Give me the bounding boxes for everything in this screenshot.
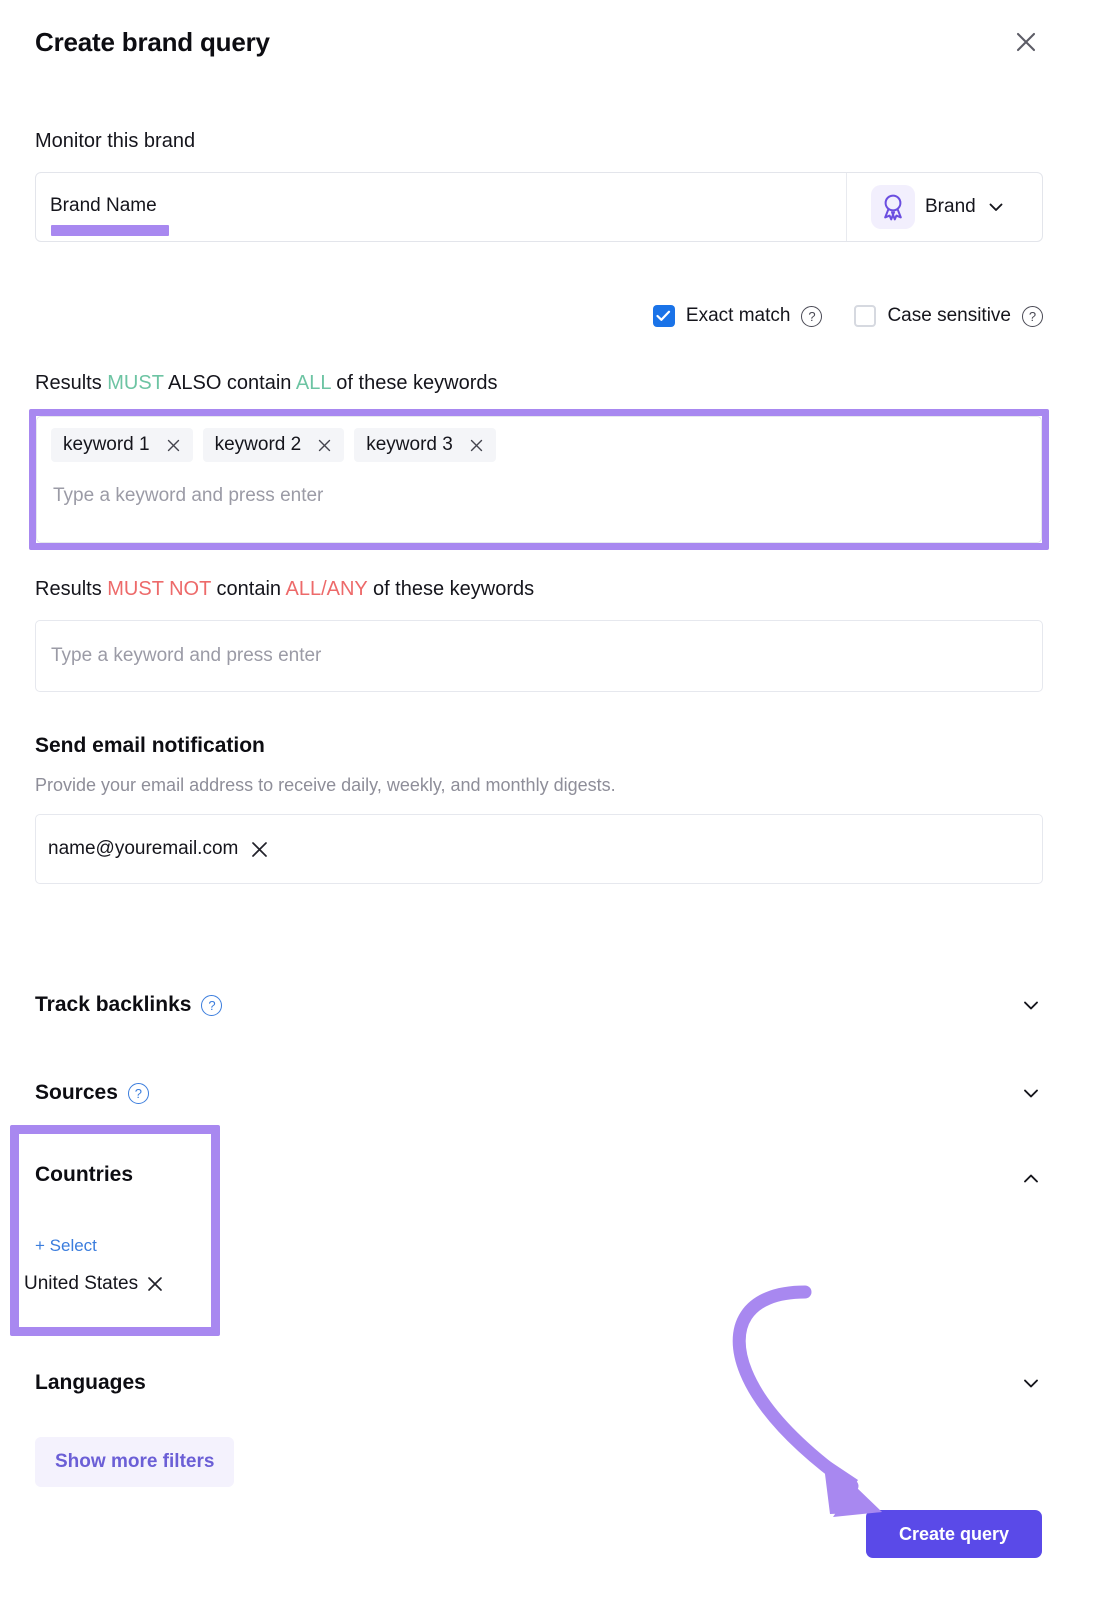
brand-name-value: Brand Name xyxy=(50,195,157,216)
brand-type-dropdown[interactable]: Brand xyxy=(846,173,1042,241)
chevron-down-icon[interactable] xyxy=(1019,1371,1043,1395)
brand-name-input[interactable]: Brand Name xyxy=(36,173,846,241)
keyword-chip[interactable]: keyword 1 xyxy=(51,428,193,462)
must-not-contain-label: Results MUST NOT contain ALL/ANY of thes… xyxy=(35,578,534,601)
email-value: name@youremail.com xyxy=(48,838,239,859)
countries-select-link[interactable]: + Select xyxy=(35,1236,97,1256)
countries-title: Countries xyxy=(35,1163,134,1186)
must-contain-label: Results MUST ALSO contain ALL of these k… xyxy=(35,372,497,395)
country-chip-label: United States xyxy=(24,1273,139,1294)
must-not-prefix: Results xyxy=(35,578,108,600)
award-badge-icon xyxy=(871,185,915,229)
accordion-title: Sources xyxy=(35,1081,118,1104)
question-mark-icon[interactable]: ? xyxy=(127,1082,149,1104)
must-contain-placeholder: Type a keyword and press enter xyxy=(53,485,324,506)
curved-arrow-annotation xyxy=(732,1285,882,1517)
must-not-suffix: of these keywords xyxy=(367,578,535,600)
brand-type-label: Brand xyxy=(925,196,976,217)
modal-header: Create brand query xyxy=(35,20,1043,64)
all-keyword: ALL xyxy=(295,372,331,394)
country-chip[interactable]: United States xyxy=(24,1273,164,1295)
accordion-title: Languages xyxy=(35,1371,146,1394)
keyword-chip[interactable]: keyword 2 xyxy=(202,428,345,462)
all-any-keyword: ALL/ANY xyxy=(285,578,368,600)
create-query-button[interactable]: Create query xyxy=(866,1510,1042,1558)
must-not-keyword: MUST NOT xyxy=(107,578,211,600)
must-contain-prefix: Results xyxy=(35,372,108,394)
keyword-chip-list: keyword 1 keyword 2 keyword 3 xyxy=(51,428,1027,462)
close-icon[interactable] xyxy=(166,438,181,453)
exact-match-label: Exact match xyxy=(685,305,791,326)
email-notification-description: Provide your email address to receive da… xyxy=(35,775,616,795)
chevron-down-icon[interactable] xyxy=(1019,1081,1043,1105)
must-contain-suffix: of these keywords xyxy=(330,372,498,394)
exact-match-checkbox[interactable] xyxy=(652,305,675,327)
question-mark-icon[interactable]: ? xyxy=(201,994,223,1016)
monitor-brand-label: Monitor this brand xyxy=(35,130,196,152)
match-options: Exact match ? Case sensitive ? xyxy=(652,305,1043,327)
close-icon[interactable] xyxy=(146,1275,164,1293)
close-icon[interactable] xyxy=(250,840,269,859)
brand-input-row: Brand Name Brand xyxy=(35,172,1043,242)
close-icon[interactable] xyxy=(317,438,332,453)
page-title: Create brand query xyxy=(35,26,270,57)
accordion-track-backlinks[interactable]: Track backlinks ? xyxy=(35,988,1043,1022)
case-sensitive-checkbox[interactable] xyxy=(854,305,877,327)
must-contain-keywords-input[interactable]: keyword 1 keyword 2 keyword 3 Type a key… xyxy=(36,416,1042,543)
case-sensitive-label: Case sensitive xyxy=(887,305,1011,326)
must-contain-mid: ALSO contain xyxy=(163,372,296,394)
keyword-chip-label: keyword 3 xyxy=(366,434,453,455)
email-notification-title: Send email notification xyxy=(35,734,265,757)
keyword-chip-label: keyword 2 xyxy=(214,434,302,455)
must-not-mid: contain xyxy=(210,578,286,600)
must-keyword: MUST xyxy=(107,372,164,394)
email-field[interactable]: name@youremail.com xyxy=(35,814,1043,884)
close-icon[interactable] xyxy=(1009,25,1043,59)
close-icon[interactable] xyxy=(469,438,484,453)
question-mark-icon[interactable]: ? xyxy=(801,305,823,327)
show-more-filters-button[interactable]: Show more filters xyxy=(35,1437,235,1487)
keyword-chip-label: keyword 1 xyxy=(63,434,150,455)
chevron-down-icon xyxy=(986,197,1006,217)
accordion-sources[interactable]: Sources ? xyxy=(35,1076,1043,1110)
keyword-chip[interactable]: keyword 3 xyxy=(354,428,496,462)
accordion-countries[interactable] xyxy=(1003,1162,1043,1196)
accordion-languages[interactable]: Languages xyxy=(35,1366,1043,1400)
question-mark-icon[interactable]: ? xyxy=(1022,305,1043,327)
must-not-contain-keywords-input[interactable]: Type a keyword and press enter xyxy=(35,620,1043,692)
exact-match-option[interactable]: Exact match ? xyxy=(652,305,823,327)
accordion-title: Track backlinks xyxy=(35,993,192,1016)
case-sensitive-option[interactable]: Case sensitive ? xyxy=(854,305,1043,327)
chevron-up-icon[interactable] xyxy=(1019,1167,1043,1191)
chevron-down-icon[interactable] xyxy=(1019,993,1043,1017)
must-not-contain-placeholder: Type a keyword and press enter xyxy=(51,645,322,666)
brand-name-highlight xyxy=(51,225,169,236)
create-brand-query-modal: Create brand query Monitor this brand Br… xyxy=(0,0,1098,1600)
